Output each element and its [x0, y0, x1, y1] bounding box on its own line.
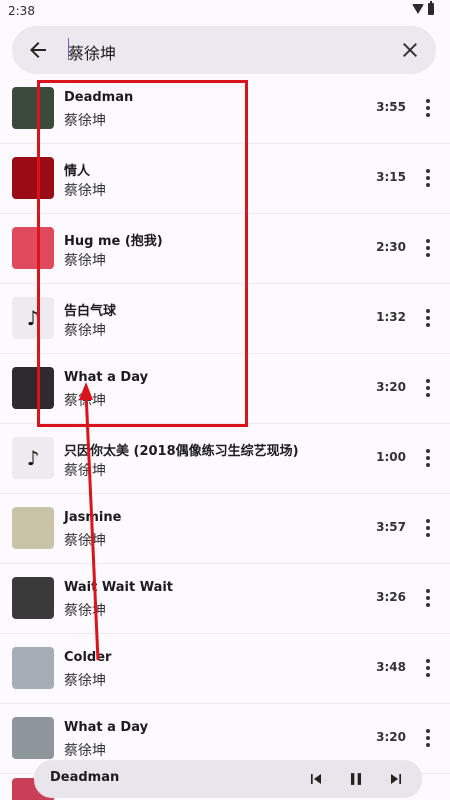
search-input[interactable]: 蔡徐坤 — [68, 40, 116, 64]
song-artist: 蔡徐坤 — [64, 603, 106, 619]
song-duration: 3:15 — [376, 170, 406, 184]
more-options-icon[interactable] — [426, 589, 430, 607]
back-arrow-icon[interactable] — [26, 38, 50, 62]
song-row[interactable]: ♪ 只因你太美 (2018偶像练习生综艺现场) 蔡徐坤 1:00 — [0, 424, 450, 494]
search-bar[interactable]: 蔡徐坤 — [12, 26, 436, 74]
song-duration: 3:20 — [376, 730, 406, 744]
close-icon[interactable] — [398, 38, 422, 62]
mini-player-title: Deadman — [50, 770, 120, 785]
song-artist: 蔡徐坤 — [64, 533, 106, 549]
song-duration: 3:55 — [376, 100, 406, 114]
status-time: 2:38 — [8, 4, 35, 18]
song-duration: 1:32 — [376, 310, 406, 324]
next-icon[interactable] — [386, 769, 406, 789]
song-title: What a Day — [64, 720, 149, 735]
song-row[interactable]: Wait Wait Wait 蔡徐坤 3:26 — [0, 564, 450, 634]
more-options-icon[interactable] — [426, 309, 430, 327]
more-options-icon[interactable] — [426, 449, 430, 467]
status-icons — [412, 1, 434, 15]
more-options-icon[interactable] — [426, 239, 430, 257]
previous-icon[interactable] — [306, 769, 326, 789]
mini-player[interactable]: Deadman — [34, 760, 422, 798]
battery-icon — [428, 1, 434, 15]
song-title: Wait Wait Wait — [64, 580, 174, 595]
album-thumbnail — [12, 577, 54, 619]
wifi-icon — [412, 4, 424, 14]
more-options-icon[interactable] — [426, 99, 430, 117]
song-duration: 2:30 — [376, 240, 406, 254]
song-duration: 3:26 — [376, 590, 406, 604]
song-duration: 3:20 — [376, 380, 406, 394]
song-title: Colder — [64, 650, 112, 665]
more-options-icon[interactable] — [426, 379, 430, 397]
song-duration: 3:48 — [376, 660, 406, 674]
more-options-icon[interactable] — [426, 659, 430, 677]
album-thumbnail — [12, 507, 54, 549]
song-artist: 蔡徐坤 — [64, 463, 106, 479]
song-artist: 蔡徐坤 — [64, 743, 106, 759]
more-options-icon[interactable] — [426, 169, 430, 187]
album-thumbnail — [12, 717, 54, 759]
album-thumbnail — [12, 647, 54, 689]
status-bar: 2:38 — [0, 0, 450, 24]
song-title: Jasmine — [64, 510, 122, 525]
more-options-icon[interactable] — [426, 519, 430, 537]
song-title: 只因你太美 (2018偶像练习生综艺现场) — [64, 444, 299, 459]
song-row[interactable]: Jasmine 蔡徐坤 3:57 — [0, 494, 450, 564]
more-options-icon[interactable] — [426, 729, 430, 747]
song-duration: 1:00 — [376, 450, 406, 464]
album-thumbnail: ♪ — [12, 437, 54, 479]
music-note-icon: ♪ — [26, 446, 40, 470]
song-artist: 蔡徐坤 — [64, 673, 106, 689]
song-duration: 3:57 — [376, 520, 406, 534]
pause-icon[interactable] — [346, 769, 366, 789]
highlight-annotation-box — [37, 80, 248, 427]
song-row[interactable]: Colder 蔡徐坤 3:48 — [0, 634, 450, 704]
